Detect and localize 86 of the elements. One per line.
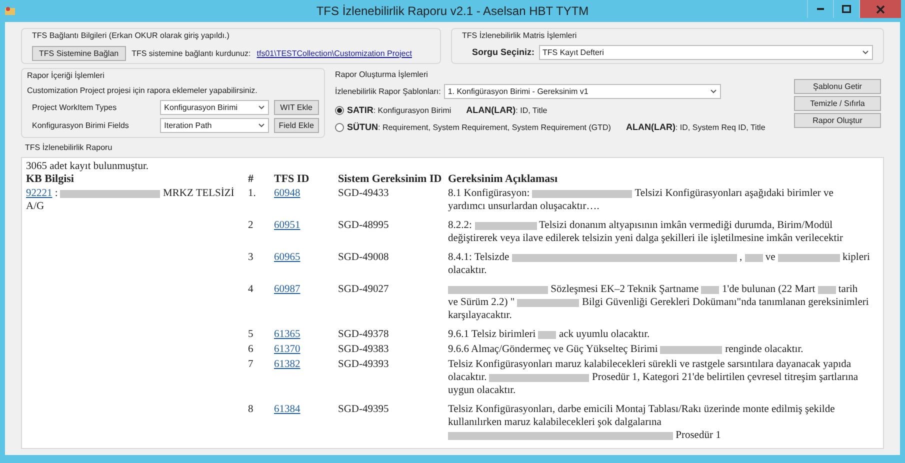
tfs-link[interactable]: 60951 — [274, 220, 300, 231]
caret-icon — [258, 105, 265, 110]
description-text: 8.2.2: Telsizi donanım altyapısının imkân vermediği durumda, Birim/Modül değiştirerek veya ilave edilerek telsizin yeni dalga şekilleri ile işletilmesine imkân verilecektir — [448, 219, 844, 245]
cell-text: SGD-49383 — [338, 344, 389, 355]
maximize-icon — [842, 5, 851, 13]
row-number: 6 — [248, 344, 254, 355]
description-text: Sözleşmesi EK–2 Teknik Şartname 1'de bulunan (22 Mart tarih ve Sürüm 2.2) " Bilgi Güvenliği Gerekleri Dokümanı"nda tanımlanan gereksinimleri karşılayacaktır. — [448, 283, 870, 322]
button[interactable]: Field Ekle — [274, 118, 319, 133]
row-number: 8 — [248, 404, 254, 415]
radio-button[interactable] — [335, 106, 344, 116]
minimize-icon — [817, 8, 824, 10]
row-number: 2 — [248, 220, 254, 231]
record-count: 3065 adet kayıt bulunmuştur. — [26, 160, 150, 173]
option-label: SÜTUN: Requirement, System Requirement, System Requirement (GTD) — [347, 120, 611, 134]
redaction-bar — [474, 222, 537, 230]
dropdown[interactable]: Iteration Path — [160, 118, 269, 133]
button[interactable]: WIT Ekle — [274, 100, 319, 115]
close-icon — [876, 4, 885, 14]
row-number: 5 — [248, 329, 254, 340]
description-text: 9.6.6 Almaç/Göndermeç ve Güç Yükselteç Birimi renginde olacaktır. — [448, 343, 804, 356]
fields-label: ALAN(LAR): ID, Title — [466, 104, 548, 117]
redaction-bar — [744, 254, 763, 262]
tfs-link[interactable]: 60987 — [274, 284, 300, 295]
cell-text: SGD-49395 — [338, 404, 389, 415]
close-button[interactable] — [859, 0, 901, 18]
redaction-bar — [538, 330, 556, 339]
button[interactable]: Rapor Oluştur — [794, 113, 881, 128]
button[interactable]: Temizle / Sıfırla — [794, 96, 881, 111]
tfs-link[interactable]: 60965 — [274, 252, 300, 263]
cell-text: SGD-49027 — [338, 284, 389, 295]
tfs-link[interactable]: 60948 — [274, 188, 300, 199]
dropdown[interactable]: Konfigurasyon Birimi — [160, 100, 269, 115]
redaction-bar — [778, 254, 840, 262]
field-label: Project WorkItem Types — [31, 102, 118, 114]
group-title: Rapor İçeriği İşlemleri — [27, 70, 106, 82]
group-title: TFS İzlenebilirlik Raporu — [24, 142, 114, 154]
project-link[interactable]: tfs01\TESTCollection\Customization Project — [256, 48, 412, 60]
field-label: Konfigurasyon Birimi Fields — [31, 120, 130, 132]
kb-text: 92221 : MRKZ TELSİZİ A/G — [26, 187, 236, 213]
tfs-link[interactable]: 61370 — [274, 344, 300, 355]
tfs-link[interactable]: 61382 — [274, 359, 300, 370]
redaction-bar — [701, 286, 720, 294]
column-header: KB Bilgisi — [26, 173, 74, 185]
status-text: TFS sistemine bağlantı kurdunuz: — [132, 48, 251, 60]
column-header: TFS ID — [274, 173, 310, 185]
description-text: 8.4.1: Telsizde , ve kipleri olacaktır. — [448, 251, 870, 277]
group-title: TFS Bağlantı Bilgileri (Erkan OKUR olarak giriş yapıldı.) — [32, 30, 230, 42]
field-label: İzlenebilirlik Rapor Şablonları: — [335, 86, 441, 98]
radio-button[interactable] — [335, 122, 344, 132]
cell-text: SGD-48995 — [338, 220, 389, 231]
description-text: Telsiz Konfigürasyonları, darbe emicili Montaj Tablası/Rakı üzerinde monte edilmiş şekilde kullanılırken maruz kalabilecekleri şok dalgalarına Prosedür 1 — [448, 403, 836, 442]
row-number: 7 — [248, 359, 254, 370]
group-title: Rapor Oluşturma İşlemleri — [335, 69, 429, 81]
redaction-bar — [818, 286, 836, 294]
window-title: TFS İzlenebilirlik Raporu v2.1 - Aselsan HBT TYTM — [315, 3, 590, 20]
cell-text: SGD-49393 — [338, 359, 389, 370]
redaction-bar — [660, 346, 722, 354]
description-text: Telsiz Konfigürasyonları maruz kalabilecekleri sürekli ve rastgele sarsıntılara dayanacak yapıda olacaktır. Prosedür 1, Kategori 21'de belirtilen çevresel titreşim şartlarına uygun olacaktır. — [448, 358, 860, 397]
description-text: 9.6.1 Telsiz birimleri ack uyumlu olacaktır. — [448, 328, 651, 341]
cell-text: SGD-49378 — [338, 329, 389, 340]
caret-icon — [862, 50, 869, 55]
caret-icon — [710, 89, 717, 94]
button[interactable]: Şablonu Getir — [794, 79, 881, 94]
dropdown[interactable]: TFS Kayıt Defteri — [538, 45, 873, 60]
cell-text: SGD-49433 — [338, 188, 389, 199]
dropdown[interactable]: 1. Konfigürasyon Birimi - Gereksinim v1 — [444, 84, 721, 99]
tfs-link[interactable]: 92221 — [26, 188, 52, 199]
row-number: 1. — [248, 188, 256, 199]
row-number: 4 — [248, 284, 254, 295]
column-header: # — [248, 173, 254, 185]
redaction-bar — [517, 298, 580, 307]
cell-text: SGD-49008 — [338, 252, 389, 263]
fields-label: ALAN(LAR): ID, System Req ID, Title — [626, 120, 766, 134]
caret-icon — [258, 123, 265, 128]
field-label: Sorgu Seçiniz: — [472, 46, 535, 59]
app-icon — [4, 5, 16, 17]
description-text: 8.1 Konfigürasyon: Telsizi Konfigürasyonları aşağıdaki birimler ve yardımcı unsurlardan oluşacaktır…. — [448, 187, 834, 213]
hint-text: Customization Project projesi için rapora eklemeler yapabilirsiniz. — [27, 85, 258, 97]
tfs-link[interactable]: 61384 — [274, 404, 300, 415]
option-label: SATIR: Konfigurasyon Birimi — [347, 104, 452, 117]
group-title: TFS İzlenebilirlik Matris İşlemleri — [462, 30, 578, 42]
tfs-link[interactable]: 61365 — [274, 329, 300, 340]
column-header: Gereksinim Açıklaması — [448, 173, 558, 185]
column-header: Sistem Gereksinim ID — [338, 173, 442, 185]
button[interactable]: TFS Sistemine Bağlan — [32, 46, 126, 61]
row-number: 3 — [248, 252, 254, 263]
